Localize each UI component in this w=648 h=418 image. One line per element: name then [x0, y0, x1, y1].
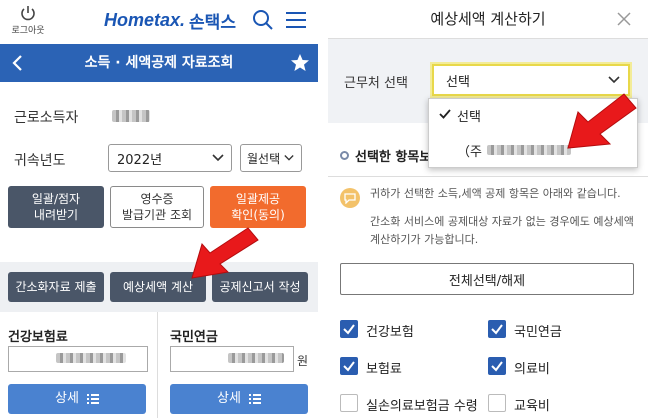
checkbox-label-medical: 의료비	[514, 362, 550, 377]
checkmark-icon	[439, 109, 451, 119]
pension-detail-button[interactable]: 상세	[170, 384, 308, 414]
red-arrow-annotation-icon	[567, 93, 637, 149]
simplified-submit-button[interactable]: 간소화자료 제출	[8, 272, 104, 302]
red-arrow-annotation-icon	[191, 227, 259, 279]
page-titlebar: 소득 · 세액공제 자료조회	[0, 44, 318, 82]
section-divider	[328, 176, 648, 177]
checkbox-insurance[interactable]	[340, 357, 358, 375]
left-screen: 로그아웃 Home tax. 손택스 소득 · 세액공제 자료조회 근로소득자 …	[0, 0, 318, 418]
star-icon[interactable]	[290, 53, 310, 73]
info-line-2: 간소화 서비스에 공제대상 자료가 없는 경우에도 예상세액	[370, 215, 634, 228]
checkbox-label-pension: 국민연금	[514, 325, 562, 340]
chevron-down-icon	[212, 154, 224, 162]
checkbox-health[interactable]	[340, 320, 358, 338]
bulk-provide-button[interactable]: 일괄제공 확인(동의)	[210, 186, 306, 228]
receipt-lookup-button[interactable]: 영수증 발급기관 조회	[110, 186, 204, 228]
dropdown-option-company[interactable]: （주	[457, 141, 482, 160]
close-icon[interactable]	[616, 11, 632, 27]
won-unit: 원	[297, 354, 309, 368]
year-label: 귀속년도	[14, 153, 66, 169]
checkbox-label-health: 건강보험	[366, 325, 414, 340]
checkmark-icon	[491, 361, 503, 372]
earner-name-redacted	[112, 110, 150, 122]
list-icon	[248, 394, 261, 404]
health-insurance-label: 건강보험료	[8, 330, 68, 345]
logout-label: 로그아웃	[11, 26, 45, 36]
page-title: 소득 · 세액공제 자료조회	[84, 55, 234, 71]
checkbox-indemnity[interactable]	[340, 394, 358, 412]
app-header: 로그아웃 Home tax. 손택스	[0, 0, 318, 44]
pension-amount-redacted	[228, 353, 284, 363]
earner-label: 근로소득자	[14, 110, 79, 126]
estimate-tax-modal: 예상세액 계산하기 근무처 선택 선택 선택한 항목보기 선택 （주 귀하가 선…	[328, 0, 648, 418]
bulk-download-button[interactable]: 일괄/점자 내려받기	[8, 186, 104, 228]
company-name-redacted	[487, 145, 571, 155]
power-icon	[21, 6, 35, 21]
national-pension-label: 국민연금	[170, 330, 218, 345]
list-icon	[86, 394, 99, 404]
checkbox-education[interactable]	[488, 394, 506, 412]
month-select[interactable]: 월선택	[240, 144, 302, 172]
bullet-icon	[340, 151, 349, 160]
modal-title: 예상세액 계산하기	[430, 10, 546, 28]
chevron-down-icon	[284, 155, 294, 161]
workplace-select-value: 선택	[446, 74, 470, 90]
checkmark-icon	[491, 324, 503, 335]
hometax-logo[interactable]: Home tax. 손택스	[104, 8, 236, 33]
logo-tax: tax.	[154, 9, 186, 30]
pension-detail-label: 상세	[217, 391, 241, 406]
logout-button[interactable]: 로그아웃	[8, 4, 48, 36]
checkbox-pension[interactable]	[488, 320, 506, 338]
hamburger-menu-icon[interactable]	[285, 10, 307, 30]
workplace-label: 근무처 선택	[344, 76, 408, 91]
card-divider	[157, 312, 158, 418]
health-amount-redacted	[56, 353, 126, 363]
logo-korean: 손택스	[189, 12, 236, 33]
dropdown-option-select[interactable]: 선택	[457, 106, 481, 125]
info-line-3: 계산하기가 가능합니다.	[370, 233, 479, 246]
checkbox-label-insurance: 보험료	[366, 362, 402, 377]
health-detail-button[interactable]: 상세	[8, 384, 146, 414]
checkmark-icon	[343, 361, 355, 372]
checkbox-medical[interactable]	[488, 357, 506, 375]
checkbox-label-education: 교육비	[514, 399, 550, 414]
checkmark-icon	[343, 324, 355, 335]
year-select-value: 2022년	[117, 152, 163, 168]
health-detail-label: 상세	[55, 391, 79, 406]
select-all-toggle-button[interactable]: 전체선택/해제	[340, 263, 634, 295]
checkbox-label-indemnity: 실손의료보험금 수령	[366, 399, 478, 414]
speech-bubble-icon	[340, 188, 360, 208]
year-select[interactable]: 2022년	[108, 144, 232, 172]
search-icon[interactable]	[252, 9, 274, 31]
info-line-1: 귀하가 선택한 소득,세액 공제 항목은 아래와 같습니다.	[370, 187, 621, 200]
logo-home: Home	[104, 9, 155, 30]
month-select-value: 월선택	[247, 151, 281, 166]
chevron-down-icon	[608, 76, 620, 84]
